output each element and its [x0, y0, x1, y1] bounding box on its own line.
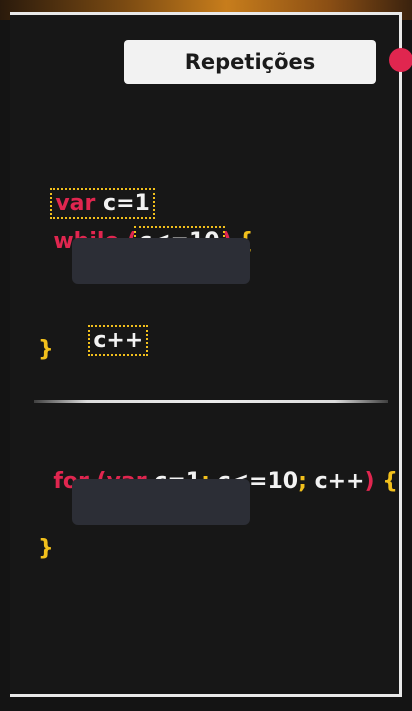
for-increment: c++ [306, 469, 365, 494]
while-line-increment: c++ [76, 299, 149, 356]
slide-title: Repetições [124, 40, 376, 84]
increment-highlight: c++ [88, 325, 149, 356]
slide-frame [10, 12, 402, 697]
for-close-paren: ) [364, 469, 375, 494]
for-body-placeholder [72, 479, 250, 525]
for-separator-2: ; [298, 469, 307, 494]
section-divider [34, 400, 388, 403]
for-open-brace: { [374, 469, 398, 494]
while-body-placeholder [72, 238, 250, 284]
for-close-brace: } [38, 536, 54, 561]
accent-dot-icon [389, 48, 412, 72]
slide-title-text: Repetições [184, 50, 316, 74]
while-close-brace: } [38, 337, 54, 362]
